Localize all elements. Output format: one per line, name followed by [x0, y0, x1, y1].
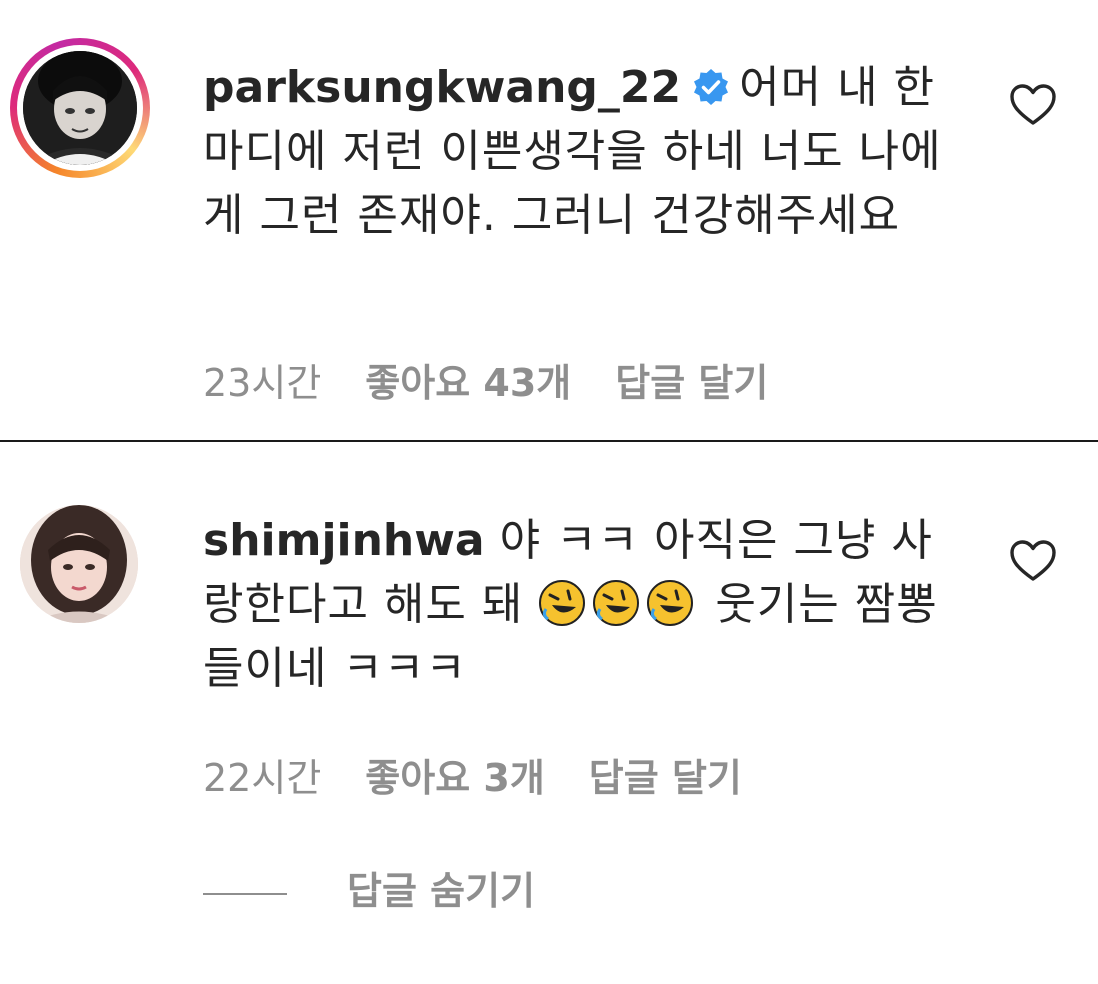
comment-body: parksungkwang_22 어머 내 한 마디에 저런 이쁜생각을 하네 …: [203, 56, 963, 248]
avatar-photo-icon: [23, 51, 137, 165]
username-link[interactable]: parksungkwang_22: [203, 62, 681, 113]
likes-count[interactable]: 좋아요 3개: [365, 747, 545, 802]
comment-time[interactable]: 23시간: [203, 352, 321, 407]
heart-outline-icon[interactable]: [1010, 540, 1056, 582]
comment-meta: 23시간 좋아요 43개 답글 달기: [203, 352, 768, 407]
story-ring[interactable]: [10, 38, 150, 178]
divider: [0, 440, 1098, 442]
rolling-on-floor-laughing-icon: [593, 580, 640, 626]
reply-button[interactable]: 답글 달기: [589, 747, 742, 802]
hide-replies-line: [203, 892, 287, 895]
avatar[interactable]: [23, 51, 137, 165]
heart-outline-icon[interactable]: [1010, 84, 1056, 126]
hide-replies-label: 답글 숨기기: [347, 869, 536, 913]
hide-replies-button[interactable]: 답글 숨기기: [203, 860, 535, 915]
comment-time[interactable]: 22시간: [203, 747, 321, 802]
rolling-on-floor-laughing-icon: [539, 580, 586, 626]
username-link[interactable]: shimjinhwa: [203, 515, 485, 566]
comment-body: shimjinhwa 야 ㅋㅋ 아직은 그냥 사랑한다고 해도 돼 웃기는 짬뽕…: [203, 509, 963, 701]
comment-meta: 22시간 좋아요 3개 답글 달기: [203, 747, 742, 802]
verified-badge-icon: [694, 69, 729, 105]
comment-1: parksungkwang_22 어머 내 한 마디에 저런 이쁜생각을 하네 …: [0, 0, 1098, 440]
rolling-on-floor-laughing-icon: [647, 580, 694, 626]
reply-button[interactable]: 답글 달기: [615, 352, 768, 407]
likes-count[interactable]: 좋아요 43개: [365, 352, 571, 407]
